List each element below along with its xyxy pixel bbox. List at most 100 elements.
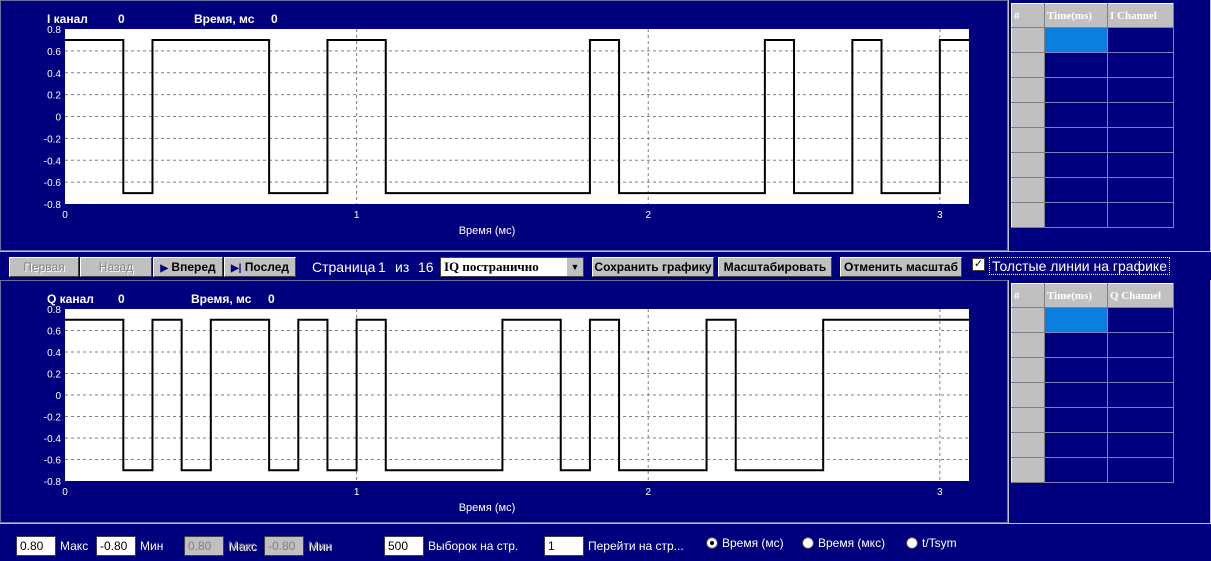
- radio-time-ms[interactable]: [706, 537, 718, 549]
- radio-time-us[interactable]: [802, 537, 814, 549]
- row-header[interactable]: [1011, 27, 1045, 53]
- table-row[interactable]: [1011, 152, 1174, 178]
- radio-time-us-label[interactable]: Время (мкс): [818, 536, 885, 550]
- time-cell[interactable]: [1044, 102, 1108, 128]
- time-cell[interactable]: [1044, 27, 1108, 53]
- row-header[interactable]: [1011, 407, 1045, 433]
- samples-per-page-label: Выборок на стр.: [428, 539, 519, 553]
- time-cell[interactable]: [1044, 52, 1108, 78]
- grid-header-channel[interactable]: I Channel: [1107, 3, 1174, 28]
- thick-lines-option[interactable]: ✓ Толстые линии на графике: [972, 257, 1170, 275]
- row-header[interactable]: [1011, 332, 1045, 358]
- i-channel-plot[interactable]: 0.80.60.40.20-0.2-0.4-0.6-0.80 1 2 3Время (…: [1, 1, 1007, 250]
- time-cell[interactable]: [1044, 202, 1108, 228]
- goto-page-input[interactable]: 1: [544, 536, 584, 556]
- grid-header-time[interactable]: Time(ms): [1044, 3, 1108, 28]
- row-header[interactable]: [1011, 307, 1045, 333]
- row-header[interactable]: [1011, 127, 1045, 153]
- table-row[interactable]: [1011, 77, 1174, 103]
- cancel-scale-button[interactable]: Отменить масштаб: [840, 257, 962, 277]
- channel-cell[interactable]: [1107, 152, 1174, 178]
- thick-lines-checkbox[interactable]: ✓: [972, 258, 985, 271]
- y-tick-label: -0.2: [44, 413, 62, 424]
- row-header[interactable]: [1011, 52, 1045, 78]
- channel-cell[interactable]: [1107, 102, 1174, 128]
- radio-t-tsym[interactable]: [906, 537, 918, 549]
- table-row[interactable]: [1011, 27, 1174, 53]
- time-cell[interactable]: [1044, 152, 1108, 178]
- channel-cell[interactable]: [1107, 332, 1174, 358]
- samples-per-page-input[interactable]: 500: [384, 536, 424, 556]
- grid-header-index[interactable]: #: [1011, 3, 1045, 28]
- channel-cell[interactable]: [1107, 432, 1174, 458]
- channel-cell[interactable]: [1107, 52, 1174, 78]
- x-tick-label: 0: [62, 210, 68, 221]
- row-header[interactable]: [1011, 177, 1045, 203]
- i-channel-grid[interactable]: # Time(ms) I Channel: [1011, 3, 1174, 228]
- max-input-disabled[interactable]: 0.80: [184, 536, 224, 556]
- channel-cell[interactable]: [1107, 457, 1174, 483]
- row-header[interactable]: [1011, 357, 1045, 383]
- row-header[interactable]: [1011, 77, 1045, 103]
- channel-cell[interactable]: [1107, 307, 1174, 333]
- table-row[interactable]: [1011, 202, 1174, 228]
- q-channel-grid[interactable]: # Time(ms) Q Channel: [1011, 283, 1174, 483]
- channel-cell[interactable]: [1107, 127, 1174, 153]
- table-row[interactable]: [1011, 457, 1174, 483]
- time-cell[interactable]: [1044, 77, 1108, 103]
- save-graphics-button[interactable]: Сохранить графику: [592, 257, 714, 277]
- time-cell[interactable]: [1044, 177, 1108, 203]
- channel-cell[interactable]: [1107, 382, 1174, 408]
- max-input[interactable]: 0.80: [16, 536, 56, 556]
- time-cell[interactable]: [1044, 457, 1108, 483]
- time-cell[interactable]: [1044, 357, 1108, 383]
- grid-header-time[interactable]: Time(ms): [1044, 283, 1108, 308]
- table-row[interactable]: [1011, 382, 1174, 408]
- table-row[interactable]: [1011, 127, 1174, 153]
- grid-header-index[interactable]: #: [1011, 283, 1045, 308]
- channel-cell[interactable]: [1107, 27, 1174, 53]
- last-page-button[interactable]: ▶| Послед: [224, 257, 296, 277]
- scale-button[interactable]: Масштабировать: [718, 257, 832, 277]
- y-tick-label: 0.8: [47, 305, 61, 316]
- thick-lines-label[interactable]: Толстые линии на графике: [989, 257, 1170, 275]
- grid-header-channel[interactable]: Q Channel: [1107, 283, 1174, 308]
- first-page-button[interactable]: Первая: [9, 257, 79, 277]
- channel-cell[interactable]: [1107, 407, 1174, 433]
- table-row[interactable]: [1011, 432, 1174, 458]
- table-row[interactable]: [1011, 332, 1174, 358]
- time-cell[interactable]: [1044, 407, 1108, 433]
- y-tick-label: 0.8: [47, 25, 61, 36]
- table-row[interactable]: [1011, 177, 1174, 203]
- row-header[interactable]: [1011, 152, 1045, 178]
- forward-button[interactable]: ▶ Вперед: [153, 257, 223, 277]
- last-page-label: Послед: [244, 260, 290, 274]
- display-mode-select[interactable]: IQ постранично ▼: [440, 257, 584, 277]
- table-row[interactable]: [1011, 357, 1174, 383]
- min-input[interactable]: -0.80: [96, 536, 136, 556]
- time-cell[interactable]: [1044, 382, 1108, 408]
- back-button[interactable]: Назад: [80, 257, 152, 277]
- time-cell[interactable]: [1044, 332, 1108, 358]
- channel-cell[interactable]: [1107, 77, 1174, 103]
- time-cell[interactable]: [1044, 127, 1108, 153]
- radio-t-tsym-label[interactable]: t/Tsym: [922, 536, 957, 550]
- time-cell[interactable]: [1044, 432, 1108, 458]
- row-header[interactable]: [1011, 457, 1045, 483]
- min-input-disabled[interactable]: -0.80: [264, 536, 304, 556]
- chevron-down-icon[interactable]: ▼: [566, 258, 583, 276]
- table-row[interactable]: [1011, 407, 1174, 433]
- row-header[interactable]: [1011, 382, 1045, 408]
- channel-cell[interactable]: [1107, 177, 1174, 203]
- channel-cell[interactable]: [1107, 202, 1174, 228]
- table-row[interactable]: [1011, 102, 1174, 128]
- q-channel-plot[interactable]: 0.80.60.40.20-0.2-0.4-0.6-0.80 1 2 3Время (…: [1, 281, 1007, 522]
- time-cell[interactable]: [1044, 307, 1108, 333]
- row-header[interactable]: [1011, 102, 1045, 128]
- table-row[interactable]: [1011, 52, 1174, 78]
- table-row[interactable]: [1011, 307, 1174, 333]
- channel-cell[interactable]: [1107, 357, 1174, 383]
- row-header[interactable]: [1011, 432, 1045, 458]
- radio-time-ms-label[interactable]: Время (мс): [722, 536, 784, 550]
- row-header[interactable]: [1011, 202, 1045, 228]
